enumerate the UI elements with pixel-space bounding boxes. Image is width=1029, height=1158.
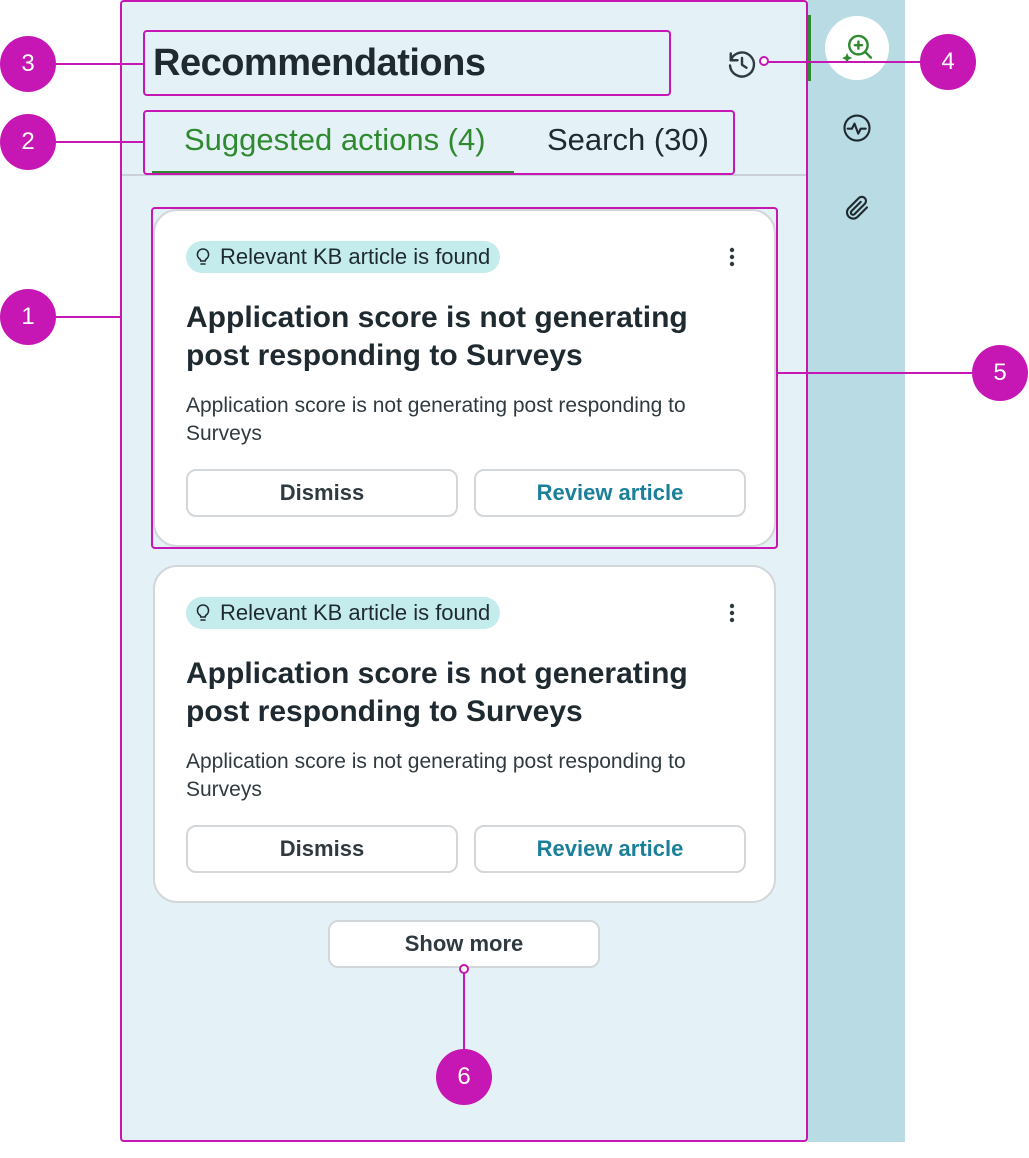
card-description: Application score is not generating post…	[186, 394, 686, 445]
callout-4: 4	[920, 34, 976, 90]
lightbulb-icon	[196, 604, 210, 621]
side-rail	[808, 0, 905, 1142]
show-more-button[interactable]: Show more	[328, 920, 600, 968]
review-article-button[interactable]: Review article	[474, 469, 746, 517]
panel-title: Recommendations	[153, 42, 486, 84]
callout-1: 1	[0, 289, 56, 345]
card-description: Application score is not generating post…	[186, 750, 686, 801]
tab-suggested-actions[interactable]: Suggested actions (4)	[184, 122, 486, 158]
lightbulb-icon	[196, 248, 210, 265]
dismiss-button[interactable]: Dismiss	[186, 469, 458, 517]
more-options-icon[interactable]	[720, 243, 744, 271]
rail-item-recommendations[interactable]	[825, 16, 889, 80]
badge-label: Relevant KB article is found	[220, 244, 491, 269]
recommendation-card: Relevant KB article is found Application…	[153, 209, 776, 547]
callout-3: 3	[0, 36, 56, 92]
recommendations-search-icon	[842, 34, 873, 64]
review-article-button[interactable]: Review article	[474, 825, 746, 873]
status-badge: Relevant KB article is found	[186, 597, 501, 629]
callout-2: 2	[0, 114, 56, 170]
recommendation-card: Relevant KB article is found Application…	[153, 565, 776, 903]
badge-label: Relevant KB article is found	[220, 600, 491, 625]
status-badge: Relevant KB article is found	[186, 241, 501, 273]
active-tab-indicator	[152, 171, 514, 174]
history-clock-icon	[728, 51, 756, 78]
tab-search[interactable]: Search (30)	[547, 122, 709, 158]
callout-6: 6	[436, 1049, 492, 1105]
rail-active-indicator	[808, 15, 811, 81]
rail-item-attachments[interactable]	[837, 188, 877, 228]
card-title: Application score is not generating post…	[186, 301, 688, 372]
card-title: Application score is not generating post…	[186, 657, 688, 728]
activity-pulse-icon	[843, 114, 871, 142]
history-button[interactable]	[722, 44, 762, 84]
annotation-leader	[56, 316, 121, 318]
annotation-anchor-dot	[759, 56, 769, 66]
tab-bar: Suggested actions (4) Search (30)	[120, 110, 808, 176]
paperclip-icon	[845, 195, 869, 220]
more-options-icon[interactable]	[720, 599, 744, 627]
rail-item-activity[interactable]	[837, 108, 877, 148]
callout-5: 5	[972, 345, 1028, 401]
dismiss-button[interactable]: Dismiss	[186, 825, 458, 873]
annotation-anchor-dot	[459, 964, 469, 974]
